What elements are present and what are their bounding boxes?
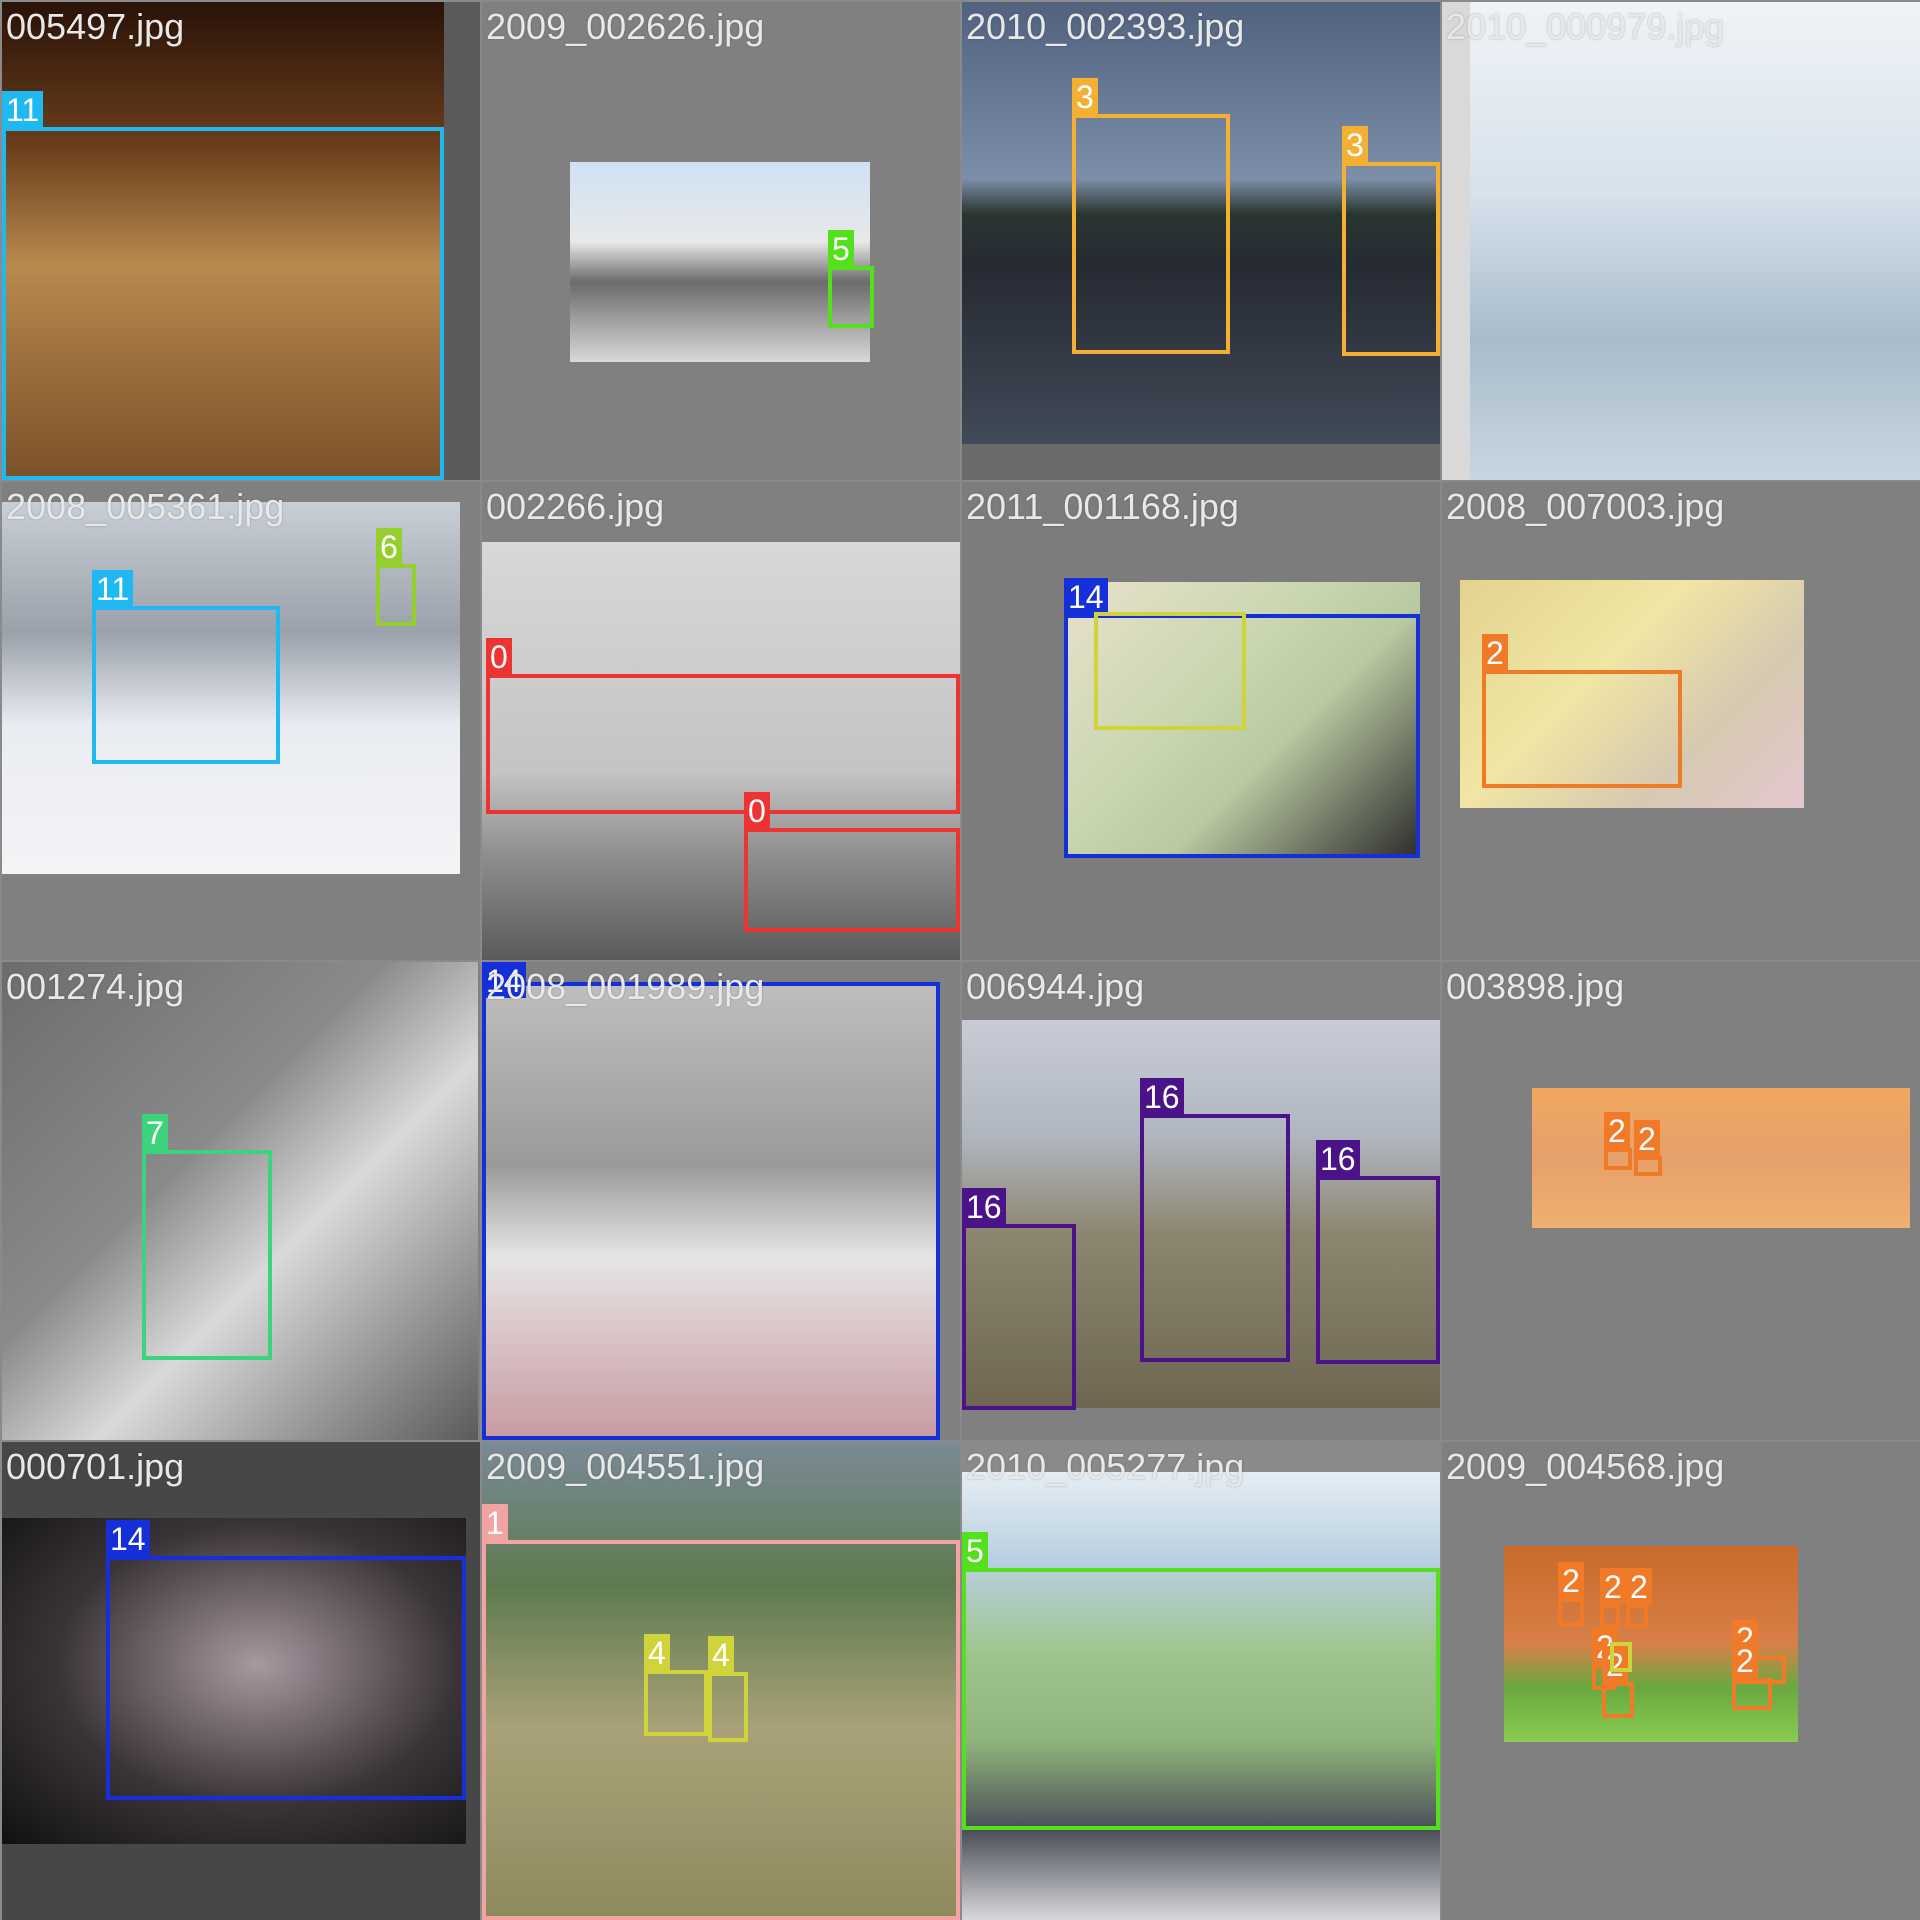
bounding-box [1626, 1604, 1648, 1628]
bounding-box [482, 982, 940, 1440]
image-tile[interactable]: 2 2 003898.jpg [1442, 962, 1920, 1440]
bounding-box [1140, 1114, 1290, 1362]
photo-walkway [570, 162, 870, 362]
mosaic-grid: 11 005497.jpg 5 2009_002626.jpg 3 3 2010_00239… [0, 0, 1920, 1920]
image-tile[interactable]: 14 000701.jpg [2, 1442, 480, 1920]
filename-label: 006944.jpg [966, 966, 1145, 1007]
class-label: 3 [1072, 78, 1098, 115]
class-label: 4 [644, 1634, 670, 1671]
class-label: 2 [1558, 1562, 1584, 1599]
class-label: 11 [92, 570, 134, 607]
image-tile[interactable]: 7 001274.jpg [2, 962, 480, 1440]
class-label: 16 [1316, 1140, 1360, 1177]
bounding-box [2, 127, 444, 480]
class-label: 2 [1626, 1568, 1652, 1605]
class-label: 0 [744, 792, 770, 829]
bounding-box [376, 564, 416, 626]
filename-label: 2009_004551.jpg [486, 1446, 765, 1487]
bounding-box [744, 828, 960, 932]
bounding-box [1072, 114, 1230, 354]
class-label: 16 [1140, 1078, 1184, 1115]
class-label: 4 [708, 1636, 734, 1673]
bounding-box [92, 606, 280, 764]
bounding-box [1600, 1604, 1620, 1628]
image-tile[interactable]: 16 16 16 006944.jpg [962, 962, 1440, 1440]
bounding-box [1732, 1678, 1772, 1710]
filename-label: 000701.jpg [6, 1446, 185, 1487]
bounding-box [142, 1150, 272, 1360]
photo-ducks [1532, 1088, 1910, 1228]
class-label: 2 [1604, 1112, 1630, 1149]
class-label: 5 [962, 1532, 988, 1569]
image-tile[interactable]: 14 2011_001168.jpg [962, 482, 1440, 960]
image-tile[interactable]: 11 005497.jpg [2, 2, 480, 480]
filename-label: 2010_005277.jpg [966, 1446, 1245, 1487]
bounding-box [708, 1672, 748, 1742]
photo-skyline [1470, 2, 1920, 480]
class-label: 14 [1064, 578, 1108, 615]
bounding-box [486, 674, 960, 814]
bounding-box [1094, 612, 1246, 730]
filename-label: 003898.jpg [1446, 966, 1625, 1007]
image-tile[interactable]: 5 2009_002626.jpg [482, 2, 960, 480]
class-label: 2 [1634, 1120, 1660, 1157]
filename-label: 2010_002393.jpg [966, 6, 1245, 47]
filename-label: 2008_001989.jpg [486, 966, 765, 1007]
bounding-box [1604, 1148, 1632, 1170]
image-tile[interactable]: 2 2008_007003.jpg [1442, 482, 1920, 960]
bounding-box [1316, 1176, 1440, 1364]
filename-label: 2009_004568.jpg [1446, 1446, 1725, 1487]
bounding-box [1610, 1642, 1632, 1672]
class-label: 6 [376, 528, 402, 565]
class-label: 0 [486, 638, 512, 675]
class-label: 7 [142, 1114, 168, 1151]
filename-label: 005497.jpg [6, 6, 185, 47]
class-label: 16 [962, 1188, 1006, 1225]
image-tile[interactable]: 22222222009_004568.jpg [1442, 1442, 1920, 1920]
bounding-box [1634, 1156, 1662, 1176]
bounding-box [1602, 1682, 1634, 1718]
filename-label: 2010_000979.jpg [1446, 6, 1725, 47]
image-tile[interactable]: 11 6 2008_005361.jpg [2, 482, 480, 960]
filename-label: 2008_005361.jpg [6, 486, 285, 527]
class-label: 5 [828, 230, 854, 267]
filename-label: 001274.jpg [6, 966, 185, 1007]
filename-label: 2008_007003.jpg [1446, 486, 1725, 527]
image-tile[interactable]: 3 3 2010_002393.jpg [962, 2, 1440, 480]
bounding-box [1558, 1598, 1584, 1626]
class-label: 14 [106, 1520, 150, 1557]
bounding-box [106, 1556, 466, 1800]
class-label: 2 [1732, 1642, 1758, 1679]
class-label: 2 [1600, 1568, 1626, 1605]
bounding-box [1342, 162, 1440, 356]
bounding-box [962, 1568, 1440, 1830]
class-label: 1 [482, 1504, 508, 1541]
filename-label: 2011_001168.jpg [966, 486, 1239, 527]
image-tile[interactable]: 5 2010_005277.jpg [962, 1442, 1440, 1920]
class-label: 3 [1342, 126, 1368, 163]
filename-label: 2009_002626.jpg [486, 6, 765, 47]
image-tile[interactable]: 2010_000979.jpg [1442, 2, 1920, 480]
image-tile[interactable]: 14 2008_001989.jpg [482, 962, 960, 1440]
filename-label: 002266.jpg [486, 486, 665, 527]
bounding-box [962, 1224, 1076, 1410]
bounding-box [644, 1670, 708, 1736]
image-tile[interactable]: 0 0 002266.jpg [482, 482, 960, 960]
bounding-box [1482, 670, 1682, 788]
class-label: 2 [1482, 634, 1508, 671]
class-label: 11 [2, 91, 44, 128]
bounding-box [828, 266, 874, 328]
image-tile[interactable]: 1 4 4 2009_004551.jpg [482, 1442, 960, 1920]
